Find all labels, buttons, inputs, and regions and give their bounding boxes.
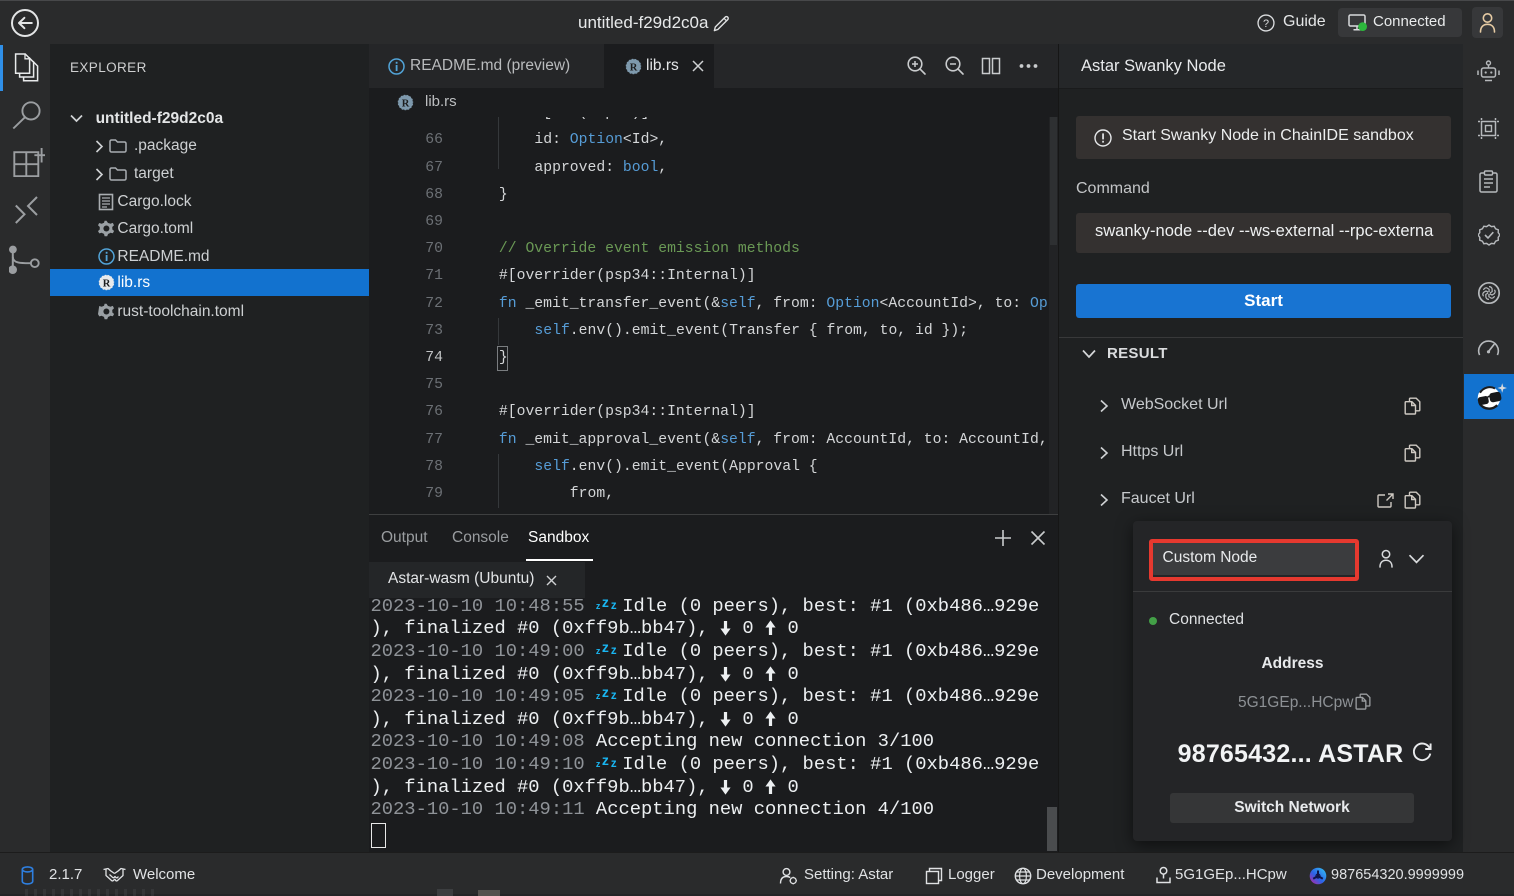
svg-text:R: R [103,278,111,289]
svg-text:?: ? [1263,18,1269,30]
svg-text:R: R [402,98,410,109]
svg-text:R: R [630,62,638,73]
